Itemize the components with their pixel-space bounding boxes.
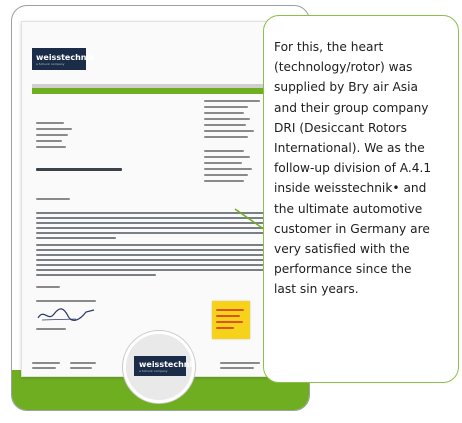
testimonial-line: DRI (Desiccant Rotors — [274, 120, 407, 135]
footer-logo-tagline: a Schunk company — [139, 368, 168, 373]
sender-detail-line — [204, 162, 242, 164]
testimonial-line: and their group company — [274, 100, 429, 115]
letter-page-image: weisstechnik a Schunk company — [21, 21, 281, 377]
logo-tagline: a Schunk company — [36, 61, 65, 66]
testimonial-line: the ultimate automotive — [274, 201, 423, 216]
body-text-line — [36, 274, 156, 276]
footer-text-line — [220, 362, 260, 364]
footer-logo: weisstechnik a Schunk company — [134, 356, 195, 376]
sender-detail-line — [204, 130, 254, 132]
closing-line — [36, 286, 60, 288]
body-text-line — [36, 249, 268, 251]
sender-detail-line — [204, 124, 246, 126]
sender-detail-line — [204, 100, 260, 102]
sender-detail-line — [204, 136, 248, 138]
testimonial-line: (technology/rotor) was — [274, 60, 413, 75]
body-text-line — [36, 232, 268, 234]
testimonial-line: customer in Germany are — [274, 221, 430, 236]
body-text-line — [36, 259, 266, 261]
body-text-line — [36, 212, 270, 214]
sender-detail-line — [204, 156, 250, 158]
sender-detail-line — [204, 112, 244, 114]
letter-subject-heading — [36, 168, 122, 171]
testimonial-line: follow-up division of A.4.1 — [274, 161, 432, 176]
sticky-note — [212, 301, 250, 339]
handwritten-signature — [37, 308, 95, 321]
address-line — [36, 140, 62, 142]
header-green-stripe — [32, 88, 272, 94]
testimonial-line: inside weisstechnik• and — [274, 181, 427, 196]
body-text-line — [36, 227, 266, 229]
testimonial-callout: For this, the heart (technology/rotor) w… — [263, 15, 459, 383]
body-text-line — [36, 254, 270, 256]
body-text-line — [36, 237, 116, 239]
footer-text-line — [32, 362, 60, 364]
sender-detail-line — [204, 150, 244, 152]
footer-text-line — [70, 362, 96, 364]
footer-text-line — [220, 367, 254, 369]
footer-text-line — [70, 367, 92, 369]
logo-wordmark: weisstechnik — [36, 52, 95, 62]
testimonial-line: last sin years. — [274, 282, 359, 297]
magnified-footer-logo: weisstechnik a Schunk company — [123, 331, 195, 403]
sticky-note-line — [216, 327, 234, 329]
sender-detail-line — [204, 118, 250, 120]
sticky-note-line — [216, 321, 243, 323]
sender-detail-line — [204, 106, 248, 108]
weisstechnik-logo: weisstechnik a Schunk company — [32, 48, 95, 70]
body-text-line — [36, 217, 268, 219]
address-line — [36, 122, 64, 124]
body-text-line — [36, 264, 270, 266]
address-line — [36, 128, 72, 130]
testimonial-line: supplied by Bry air Asia — [274, 80, 418, 95]
body-text-line — [36, 244, 270, 246]
body-text-line — [36, 222, 270, 224]
company-name-line — [36, 300, 96, 302]
sender-detail-line — [204, 168, 252, 170]
testimonial-line: very satisfied with the — [274, 242, 410, 257]
testimonial-line: performance since the — [274, 262, 412, 277]
body-text-line — [36, 269, 264, 271]
footer-text-line — [32, 367, 56, 369]
sticky-note-line — [216, 309, 244, 311]
salutation-line — [36, 198, 70, 200]
sticky-note-line — [216, 315, 240, 317]
signatory-name-line — [36, 328, 66, 330]
sender-detail-line — [204, 180, 244, 182]
address-line — [36, 134, 68, 136]
testimonial-text: For this, the heart (technology/rotor) w… — [274, 37, 458, 300]
sender-detail-line — [204, 174, 248, 176]
testimonial-line: International). We as the — [274, 141, 425, 156]
address-line — [36, 146, 66, 148]
footer-logo-wordmark: weisstechnik — [139, 359, 195, 369]
testimonial-line: For this, the heart — [274, 40, 384, 54]
